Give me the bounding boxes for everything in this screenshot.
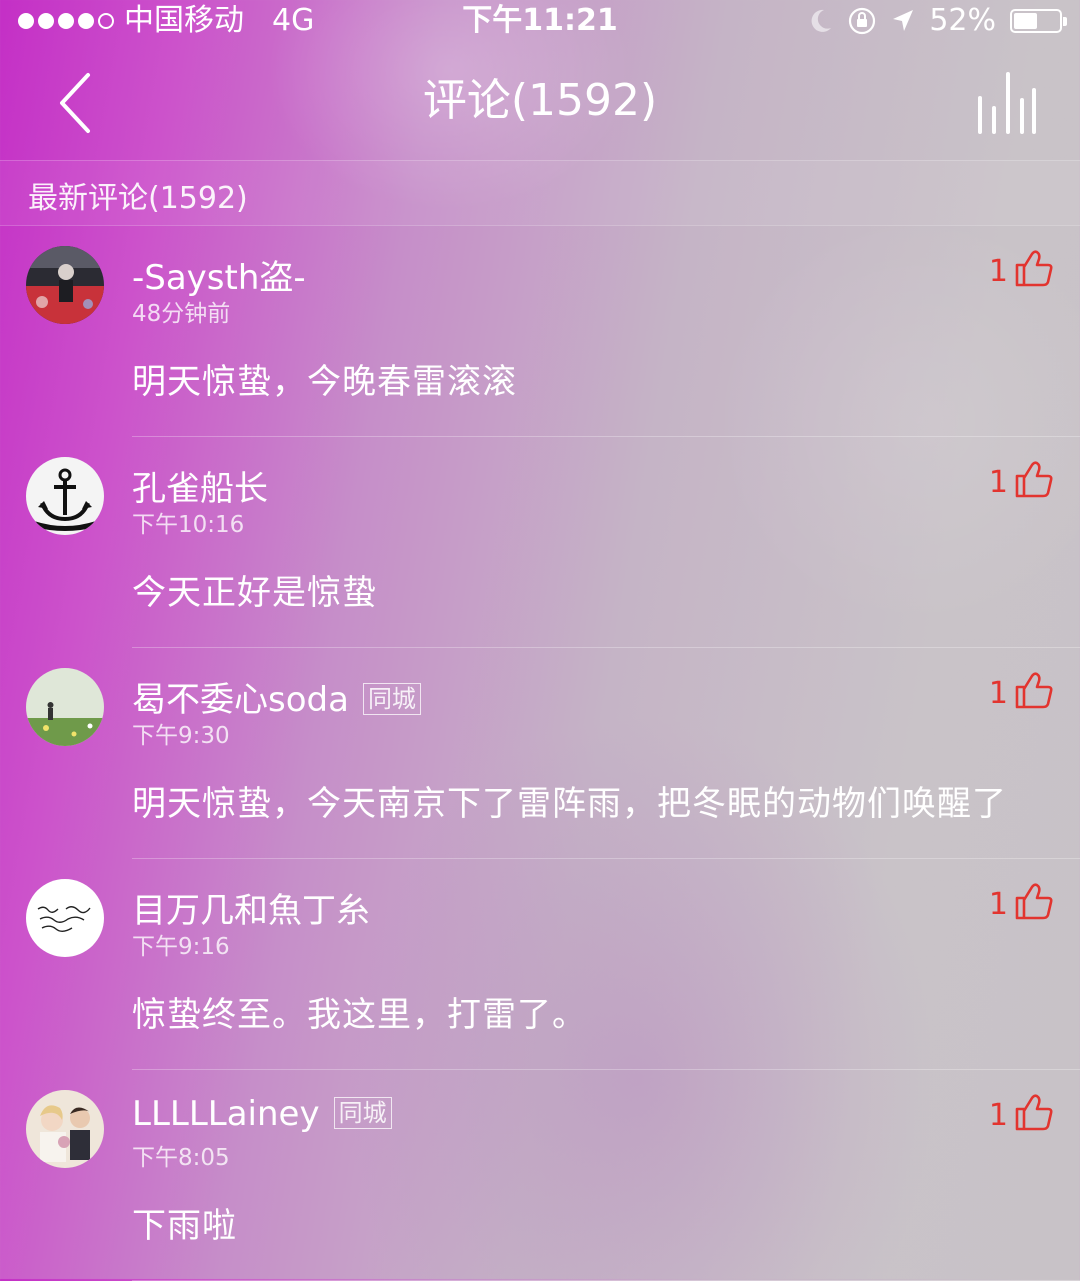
section-label: 最新评论(1592): [28, 181, 248, 216]
user-name[interactable]: 目万几和魚丁糸: [132, 883, 370, 932]
comment-time: 48分钟前: [132, 301, 231, 327]
comment-item[interactable]: 目万几和魚丁糸 下午9:16 1 惊蛰终至。我这里，打雷了。: [0, 859, 1080, 1070]
same-city-badge: 同城: [362, 683, 421, 715]
section-header-latest-comments: 最新评论(1592): [0, 161, 1080, 226]
avatar[interactable]: [26, 879, 104, 957]
battery-level-fill: [1014, 13, 1037, 29]
status-bar: 中国移动 4G 下午11:21 52%: [0, 0, 1080, 42]
status-right: 52%: [809, 0, 1067, 42]
avatar[interactable]: [26, 668, 104, 746]
comment-text: 明天惊蛰，今晚春雷滚滚: [132, 362, 517, 402]
nav-bar: 评论(1592): [0, 42, 1080, 161]
like-button[interactable]: 1: [989, 246, 1054, 289]
comment-item[interactable]: 曷不委心soda 同城 下午9:30 1 明天惊蛰，今天南京下了雷阵雨，把冬眠的动…: [0, 648, 1080, 859]
comment-time: 下午9:16: [132, 934, 230, 960]
thumbs-up-icon: [1015, 249, 1053, 286]
comment-text: 下雨啦: [132, 1206, 237, 1246]
orientation-lock-icon: [849, 7, 876, 35]
comment-item[interactable]: 孔雀船长 下午10:16 1 今天正好是惊蛰: [0, 437, 1080, 648]
thumbs-up-icon: [1015, 671, 1053, 708]
user-name[interactable]: LLLLLainey 同城: [132, 1094, 392, 1134]
like-count: 1: [988, 1098, 1008, 1133]
equalizer-icon: [978, 72, 1036, 134]
battery-percent: 52%: [929, 3, 996, 38]
same-city-badge: 同城: [333, 1097, 392, 1129]
like-button[interactable]: 1: [989, 879, 1054, 922]
thumbs-up-icon: [1015, 460, 1053, 497]
comment-text: 惊蛰终至。我这里，打雷了。: [132, 995, 587, 1035]
like-button[interactable]: 1: [989, 1090, 1054, 1133]
now-playing-button[interactable]: [974, 70, 1040, 136]
avatar[interactable]: [26, 457, 104, 535]
comment-text: 明天惊蛰，今天南京下了雷阵雨，把冬眠的动物们唤醒了: [132, 784, 1007, 824]
comment-time: 下午9:30: [132, 723, 230, 749]
do-not-disturb-moon-icon: [811, 9, 832, 32]
page-title: 评论(1592): [422, 75, 658, 126]
like-count: 1: [988, 676, 1008, 711]
avatar[interactable]: [26, 246, 104, 324]
like-count: 1: [988, 465, 1008, 500]
thumbs-up-icon: [1015, 1093, 1053, 1130]
comment-item[interactable]: -Saysth盗- 48分钟前 1 明天惊蛰，今晚春雷滚滚: [0, 226, 1080, 437]
like-button[interactable]: 1: [989, 668, 1054, 711]
comment-time: 下午10:16: [132, 512, 245, 538]
avatar[interactable]: [26, 1090, 104, 1168]
like-button[interactable]: 1: [989, 457, 1054, 500]
user-name[interactable]: 孔雀船长: [132, 461, 268, 510]
user-name[interactable]: -Saysth盗-: [132, 250, 306, 299]
thumbs-up-icon: [1015, 882, 1053, 919]
like-count: 1: [988, 887, 1008, 922]
comment-item[interactable]: LLLLLainey 同城 下午8:05 1 下雨啦: [0, 1070, 1080, 1281]
like-count: 1: [988, 254, 1008, 289]
battery-icon: [1010, 9, 1067, 33]
comment-text: 今天正好是惊蛰: [132, 573, 377, 613]
location-arrow-icon: [893, 10, 914, 31]
user-name[interactable]: 曷不委心soda 同城: [132, 672, 421, 721]
comment-time: 下午8:05: [132, 1145, 230, 1171]
